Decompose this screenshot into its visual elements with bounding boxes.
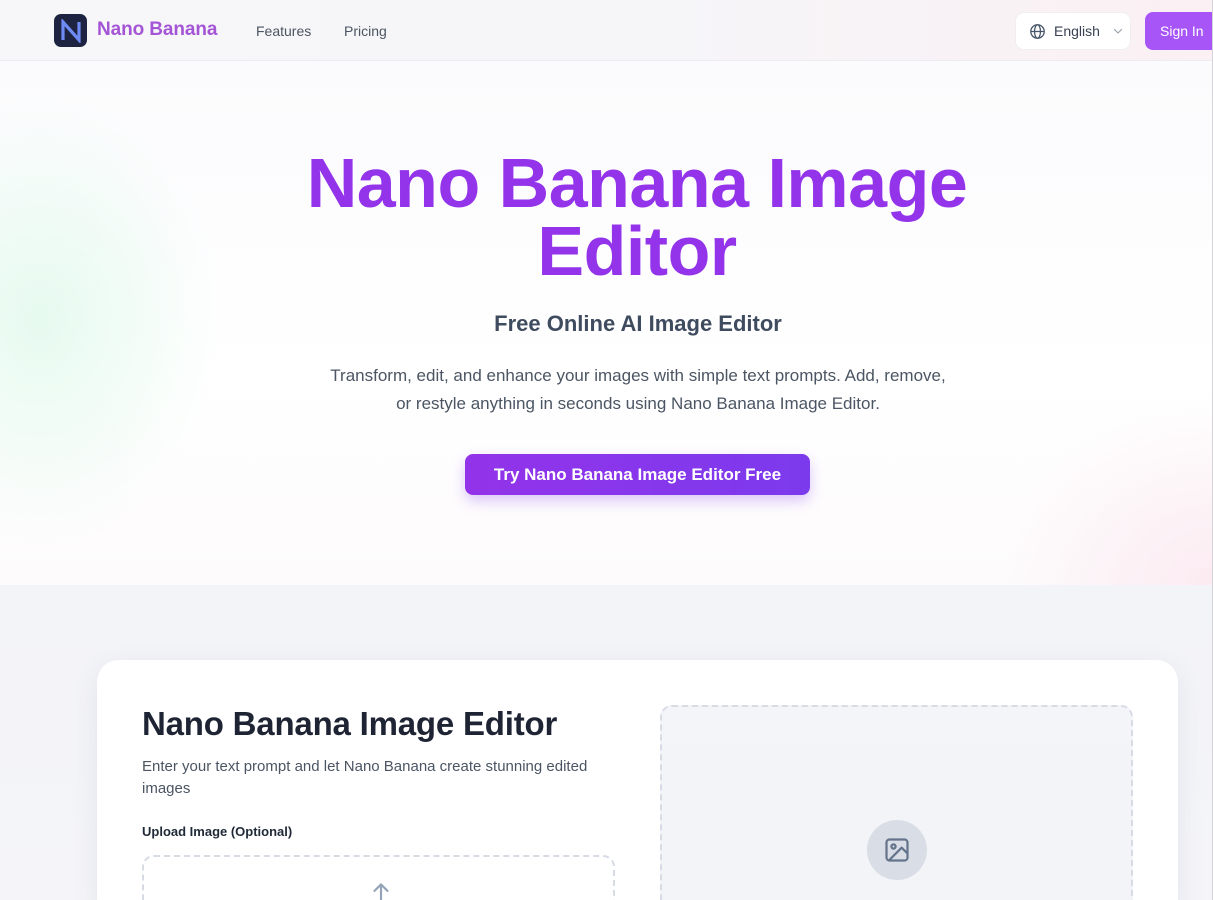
- language-label: English: [1054, 23, 1100, 39]
- upload-label: Upload Image (Optional): [142, 824, 293, 839]
- globe-icon: [1030, 23, 1045, 39]
- editor-section: Nano Banana Image Editor Enter your text…: [0, 585, 1212, 900]
- editor-description: Enter your text prompt and let Nano Bana…: [142, 758, 588, 797]
- image-preview-area: [660, 705, 1133, 900]
- brand-name[interactable]: Nano Banana: [97, 19, 217, 41]
- editor-title: Nano Banana Image Editor: [142, 705, 558, 742]
- sign-in-button[interactable]: Sign In: [1145, 12, 1212, 50]
- hero-description: Transform, edit, and enhance your images…: [330, 366, 946, 413]
- editor-card: Nano Banana Image Editor Enter your text…: [97, 660, 1178, 900]
- top-navbar: Nano Banana Features Pricing English Sig…: [0, 0, 1212, 61]
- nav-link-pricing[interactable]: Pricing: [344, 23, 387, 39]
- logo-glyph: [60, 18, 81, 43]
- nav-link-features[interactable]: Features: [256, 23, 311, 39]
- hero-title: Nano Banana Image Editor: [306, 144, 968, 290]
- upload-arrow-icon: [373, 883, 389, 900]
- page: Nano Banana Features Pricing English Sig…: [0, 0, 1213, 900]
- upload-dropzone[interactable]: [142, 855, 615, 900]
- language-selector[interactable]: English: [1015, 12, 1131, 50]
- n-logo-icon[interactable]: [54, 14, 87, 47]
- try-free-button[interactable]: Try Nano Banana Image Editor Free: [465, 454, 810, 495]
- image-icon: [867, 820, 927, 880]
- hero-subtitle: Free Online AI Image Editor: [494, 311, 782, 336]
- chevron-down-icon: [1113, 28, 1123, 34]
- image-glyph: [885, 838, 909, 862]
- hero-section: Nano Banana Image Editor Free Online AI …: [0, 61, 1212, 585]
